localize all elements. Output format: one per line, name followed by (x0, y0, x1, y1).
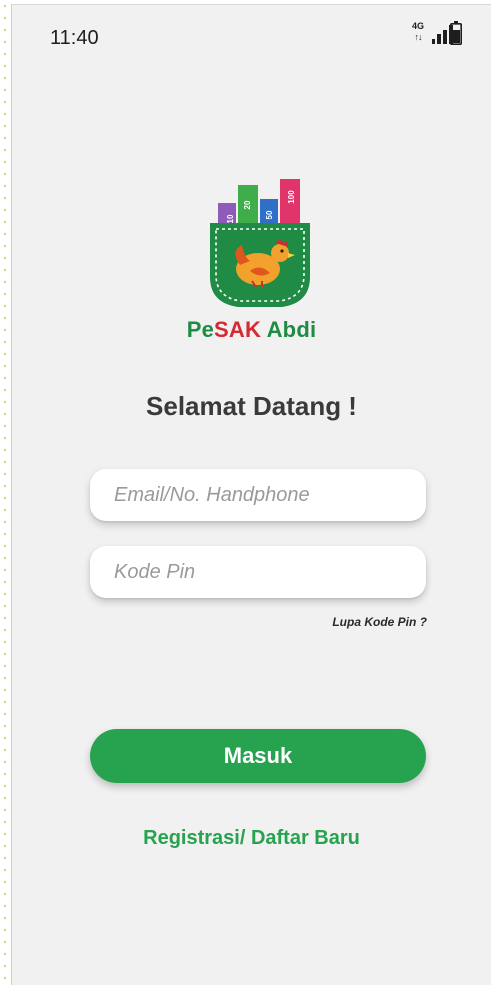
phone-screen: 11:40 4G ↑↓ 10 20 50 100 PeSAK Abdi Sela… (11, 4, 491, 985)
status-time: 11:40 (50, 27, 99, 49)
brand-highlight: SAK (214, 317, 262, 342)
note-50-label: 50 (265, 210, 274, 219)
note-10-label: 10 (226, 214, 235, 223)
note-100-label: 100 (287, 190, 296, 204)
note-20-label: 20 (243, 200, 252, 209)
email-field[interactable] (90, 469, 426, 521)
network-type-label: 4G (411, 21, 424, 31)
pin-field[interactable] (90, 546, 426, 598)
brand-prefix: Pe (186, 317, 215, 342)
pin-input[interactable] (90, 546, 426, 598)
battery-icon (450, 21, 462, 45)
brand-name: PeSAK Abdi (12, 317, 491, 343)
dotted-guide-border (0, 0, 8, 985)
brand-suffix: Abdi (266, 317, 317, 342)
data-arrows-icon: ↑↓ (414, 32, 423, 42)
login-button[interactable]: Masuk (90, 729, 426, 783)
status-bar: 11:40 4G ↑↓ (12, 5, 491, 65)
pesak-logo-icon: 10 20 50 100 (210, 179, 310, 307)
welcome-title: Selamat Datang ! (146, 391, 357, 421)
forgot-pin-link[interactable]: Lupa Kode Pin ? (332, 615, 427, 629)
register-link[interactable]: Registrasi/ Daftar Baru (12, 827, 491, 850)
email-input[interactable] (90, 469, 426, 521)
